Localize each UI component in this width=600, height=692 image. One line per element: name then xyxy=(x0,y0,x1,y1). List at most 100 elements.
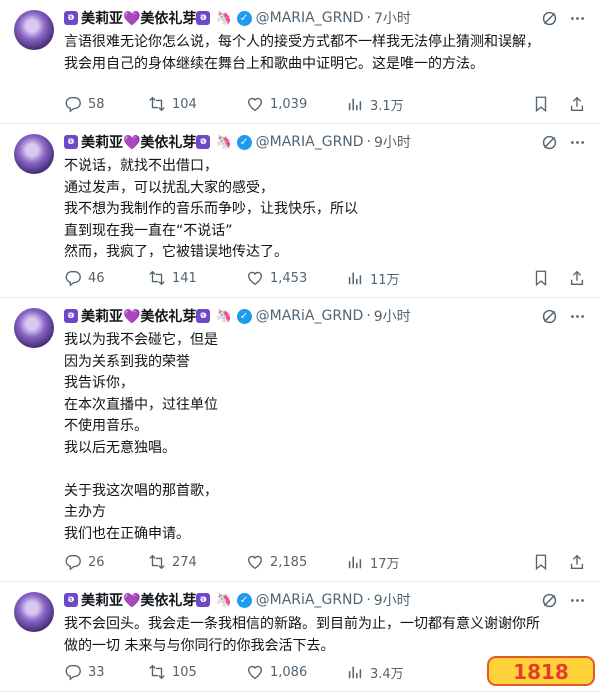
grok-icon[interactable] xyxy=(540,307,558,325)
reply-count: 46 xyxy=(88,270,105,286)
display-name[interactable]: 美莉亚💜美依礼芽 xyxy=(81,8,196,28)
name-badge-icon: ə xyxy=(196,309,211,323)
heart-icon xyxy=(248,271,262,286)
reply-button[interactable]: 26 xyxy=(64,553,148,571)
view-count: 3.1万 xyxy=(370,98,404,114)
tweet[interactable]: ə 美莉亚💜美依礼芽 ə 🦄 ✓ @MARiA_GRND · 9小时 我以为我不… xyxy=(0,298,600,582)
retweet-button[interactable]: 105 xyxy=(148,663,246,681)
tweet-text: 我不会回头。我会走一条我相信的新路。到目前为止，一切都有意义谢谢你所 做的一切 … xyxy=(64,616,540,654)
views-button[interactable]: 3.1万 xyxy=(346,95,441,114)
verified-icon: ✓ xyxy=(236,308,252,324)
like-button[interactable]: 1,086 xyxy=(246,663,346,681)
reply-button[interactable]: 58 xyxy=(64,95,148,113)
retweet-count: 274 xyxy=(172,554,197,570)
share-icon xyxy=(570,554,584,569)
retweet-icon xyxy=(149,554,165,570)
tweet-text: 不说话，就找不出借口， 通过发声，可以扰乱大家的感受， 我不想为我制作的音乐而争… xyxy=(64,158,358,260)
bookmark-icon xyxy=(535,96,547,113)
name-badge-icon: ə xyxy=(196,593,211,607)
grok-icon[interactable] xyxy=(540,591,558,609)
bookmark-button[interactable] xyxy=(532,553,550,571)
handle[interactable]: @MARiA_GRND xyxy=(256,592,364,608)
avatar[interactable] xyxy=(14,134,54,174)
reply-button[interactable]: 33 xyxy=(64,663,148,681)
timestamp[interactable]: 9小时 xyxy=(374,590,411,610)
views-button[interactable]: 17万 xyxy=(346,553,441,572)
view-count: 17万 xyxy=(370,556,400,572)
views-chart-icon xyxy=(348,98,362,111)
handle[interactable]: @MARIA_GRND xyxy=(256,134,364,150)
more-icon[interactable] xyxy=(568,133,586,151)
bookmark-button[interactable] xyxy=(532,269,550,287)
handle[interactable]: @MARIA_GRND xyxy=(256,10,364,26)
like-button[interactable]: 2,185 xyxy=(246,553,346,571)
share-icon xyxy=(570,96,584,111)
separator-dot: · xyxy=(366,134,371,150)
avatar[interactable] xyxy=(14,10,54,50)
share-button[interactable] xyxy=(568,269,586,287)
tweet-text: 言语很难无论你怎么说，每个人的接受方式都不一样我无法停止猜测和误解， 我会用自己… xyxy=(64,34,540,72)
tweet-actions: 58 104 1,039 3.1万 xyxy=(64,93,586,115)
bookmark-button[interactable] xyxy=(532,95,550,113)
like-count: 1,453 xyxy=(270,270,308,286)
display-name[interactable]: 美莉亚💜美依礼芽 xyxy=(81,306,196,326)
retweet-button[interactable]: 104 xyxy=(148,95,246,113)
avatar[interactable] xyxy=(14,592,54,632)
reply-icon xyxy=(65,665,81,681)
name-badge-icon: ə xyxy=(64,135,78,149)
name-badge-icon: ə xyxy=(64,11,78,25)
like-count: 1,039 xyxy=(270,96,308,112)
unicorn-icon: 🦄 xyxy=(215,308,232,324)
name-badge-icon: ə xyxy=(64,309,78,323)
name-badge-icon: ə xyxy=(196,135,211,149)
avatar[interactable] xyxy=(14,308,54,348)
tweet-header: ə 美莉亚💜美依礼芽 ə 🦄 ✓ @MARiA_GRND · 9小时 xyxy=(64,306,586,326)
timestamp[interactable]: 9小时 xyxy=(374,306,411,326)
tweet[interactable]: ə 美莉亚💜美依礼芽 ə 🦄 ✓ @MARIA_GRND · 9小时 不说话，就… xyxy=(0,124,600,298)
verified-icon: ✓ xyxy=(236,10,252,26)
timestamp[interactable]: 7小时 xyxy=(374,8,411,28)
unicorn-icon: 🦄 xyxy=(215,134,232,150)
verified-icon: ✓ xyxy=(236,134,252,150)
separator-dot: · xyxy=(366,592,371,608)
timeline-feed: ə 美莉亚💜美依礼芽 ə 🦄 ✓ @MARIA_GRND · 7小时 言语很难无… xyxy=(0,0,600,692)
name-badge-icon: ə xyxy=(196,11,211,25)
bookmark-icon xyxy=(535,554,547,571)
timestamp[interactable]: 9小时 xyxy=(374,132,411,152)
handle[interactable]: @MARiA_GRND xyxy=(256,308,364,324)
like-button[interactable]: 1,453 xyxy=(246,269,346,287)
grok-icon[interactable] xyxy=(540,133,558,151)
share-button[interactable] xyxy=(568,95,586,113)
retweet-icon xyxy=(149,664,165,680)
tweet-content: ə 美莉亚💜美依礼芽 ə 🦄 ✓ @MARIA_GRND · 7小时 言语很难无… xyxy=(64,8,586,123)
name-badge-icon: ə xyxy=(64,593,78,607)
separator-dot: · xyxy=(366,308,371,324)
display-name[interactable]: 美莉亚💜美依礼芽 xyxy=(81,590,196,610)
retweet-button[interactable]: 274 xyxy=(148,553,246,571)
views-chart-icon xyxy=(348,666,362,679)
tweet-actions: 46 141 1,453 11万 xyxy=(64,267,586,289)
more-icon[interactable] xyxy=(568,307,586,325)
tweet-content: ə 美莉亚💜美依礼芽 ə 🦄 ✓ @MARiA_GRND · 9小时 我以为我不… xyxy=(64,306,586,581)
views-button[interactable]: 3.4万 xyxy=(346,663,441,682)
unicorn-icon: 🦄 xyxy=(215,10,232,26)
like-button[interactable]: 1,039 xyxy=(246,95,346,113)
reply-icon xyxy=(65,97,81,113)
share-button[interactable] xyxy=(568,553,586,571)
svg-text:1818: 1818 xyxy=(513,660,569,684)
separator-dot: · xyxy=(366,10,371,26)
reply-count: 26 xyxy=(88,554,105,570)
more-icon[interactable] xyxy=(568,591,586,609)
retweet-button[interactable]: 141 xyxy=(148,269,246,287)
unicorn-icon: 🦄 xyxy=(215,592,232,608)
reply-count: 33 xyxy=(88,664,105,680)
display-name[interactable]: 美莉亚💜美依礼芽 xyxy=(81,132,196,152)
tweet[interactable]: ə 美莉亚💜美依礼芽 ə 🦄 ✓ @MARIA_GRND · 7小时 言语很难无… xyxy=(0,0,600,124)
views-button[interactable]: 11万 xyxy=(346,269,441,288)
reply-button[interactable]: 46 xyxy=(64,269,148,287)
reply-count: 58 xyxy=(88,96,105,112)
heart-icon xyxy=(248,97,262,112)
more-icon[interactable] xyxy=(568,9,586,27)
grok-icon[interactable] xyxy=(540,9,558,27)
like-count: 2,185 xyxy=(270,554,308,570)
